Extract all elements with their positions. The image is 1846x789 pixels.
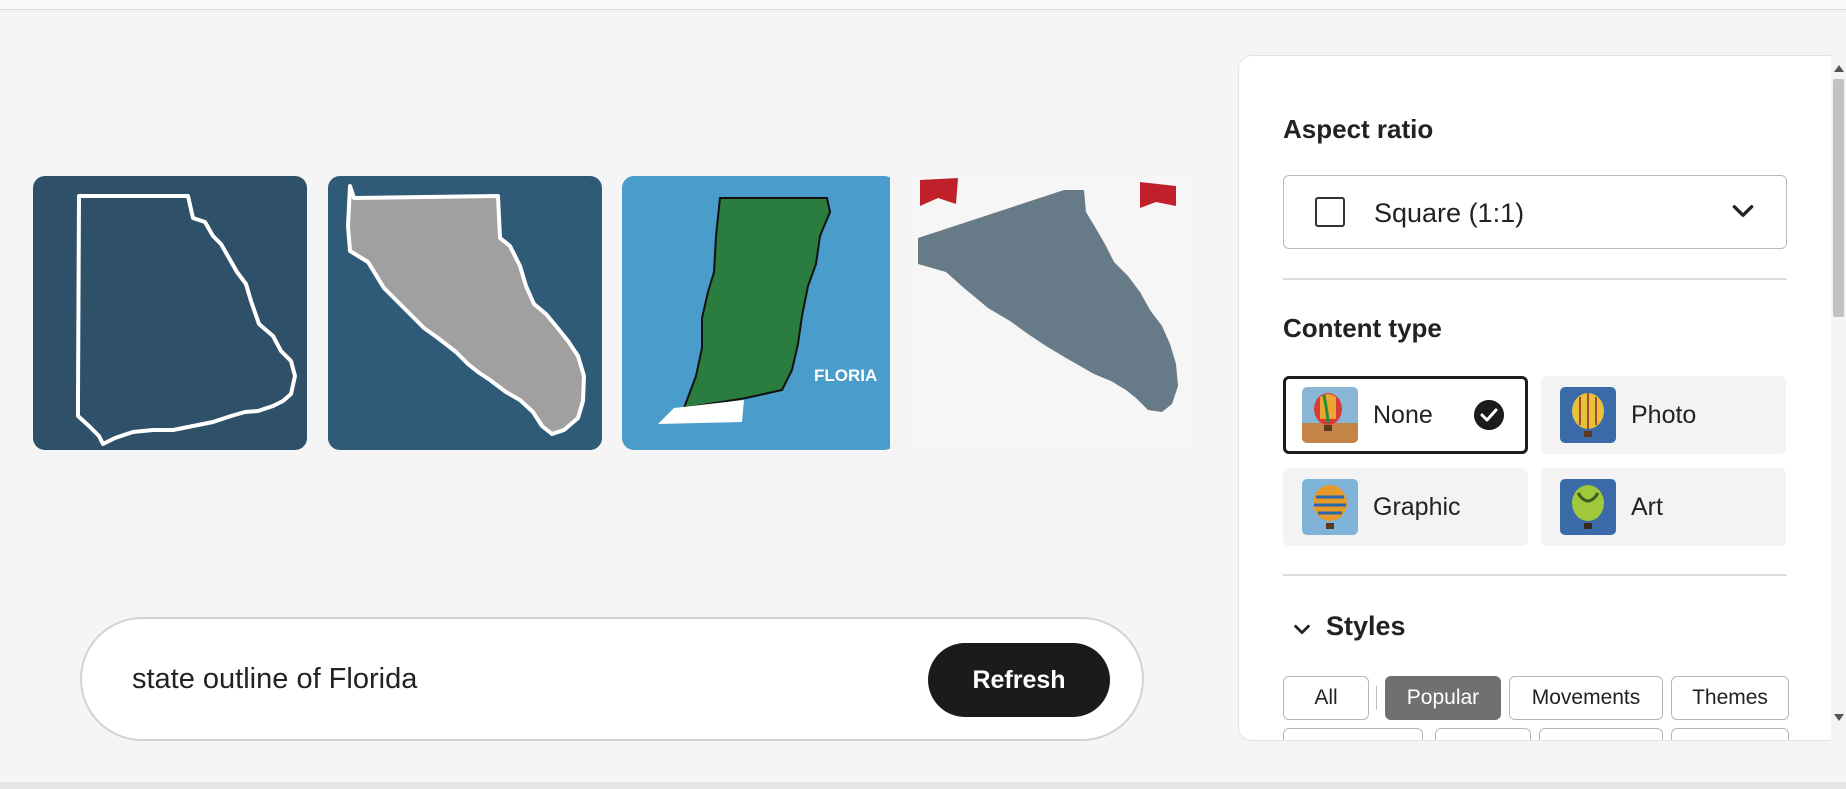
generated-image-1[interactable] [33, 176, 307, 450]
section-divider [1283, 278, 1787, 280]
aspect-ratio-heading: Aspect ratio [1283, 114, 1434, 144]
content-type-graphic[interactable]: Graphic [1283, 468, 1528, 546]
style-chip[interactable] [1671, 728, 1789, 740]
image-caption: FLORIA [814, 366, 877, 385]
florida-slate-image [916, 176, 1190, 450]
content-type-label: Photo [1631, 401, 1697, 429]
prompt-bar: state outline of Florida Refresh [80, 617, 1144, 741]
florida-green-image: FLORIA [622, 176, 896, 450]
style-chip[interactable] [1539, 728, 1663, 740]
content-type-heading: Content type [1283, 313, 1442, 343]
style-chip[interactable] [1435, 728, 1531, 740]
aspect-ratio-value: Square (1:1) [1374, 198, 1525, 228]
content-type-none[interactable]: None [1283, 376, 1528, 454]
style-chip-all[interactable]: All [1283, 676, 1369, 720]
style-chip-movements[interactable]: Movements [1509, 676, 1663, 720]
content-type-photo[interactable]: Photo [1541, 376, 1786, 454]
balloon-thumbnail-icon [1302, 387, 1358, 443]
chip-separator [1376, 686, 1377, 710]
scroll-up-arrow-icon[interactable] [1834, 65, 1844, 72]
content-type-label: Graphic [1373, 493, 1461, 521]
chevron-down-icon [1732, 205, 1754, 217]
florida-gray-image [328, 176, 602, 450]
style-chip-popular[interactable]: Popular [1385, 676, 1501, 720]
section-divider [1283, 574, 1787, 576]
content-type-label: None [1373, 401, 1433, 429]
checkmark-icon [1474, 400, 1504, 430]
prompt-input[interactable]: state outline of Florida [132, 619, 417, 739]
aspect-ratio-select[interactable]: Square (1:1) [1283, 175, 1787, 249]
generated-image-2[interactable] [328, 176, 602, 450]
bottom-divider [0, 782, 1846, 789]
generated-image-4[interactable] [916, 176, 1190, 450]
style-chip-themes[interactable]: Themes [1671, 676, 1789, 720]
balloon-thumbnail-icon [1560, 387, 1616, 443]
scroll-down-arrow-icon[interactable] [1834, 714, 1844, 721]
square-icon [1315, 197, 1345, 227]
refresh-button[interactable]: Refresh [928, 643, 1110, 717]
generated-image-3[interactable]: FLORIA [622, 176, 896, 450]
panel-scrollbar[interactable] [1831, 55, 1846, 741]
balloon-thumbnail-icon [1302, 479, 1358, 535]
top-divider [0, 0, 1846, 10]
settings-panel: Aspect ratio Square (1:1) Content type N… [1238, 55, 1846, 741]
florida-outline-image [33, 176, 307, 450]
scroll-thumb[interactable] [1833, 79, 1844, 317]
styles-heading: Styles [1326, 611, 1406, 641]
chevron-down-icon [1294, 624, 1310, 635]
content-type-label: Art [1631, 493, 1663, 521]
content-type-art[interactable]: Art [1541, 468, 1786, 546]
style-chip[interactable] [1283, 728, 1423, 740]
balloon-thumbnail-icon [1560, 479, 1616, 535]
